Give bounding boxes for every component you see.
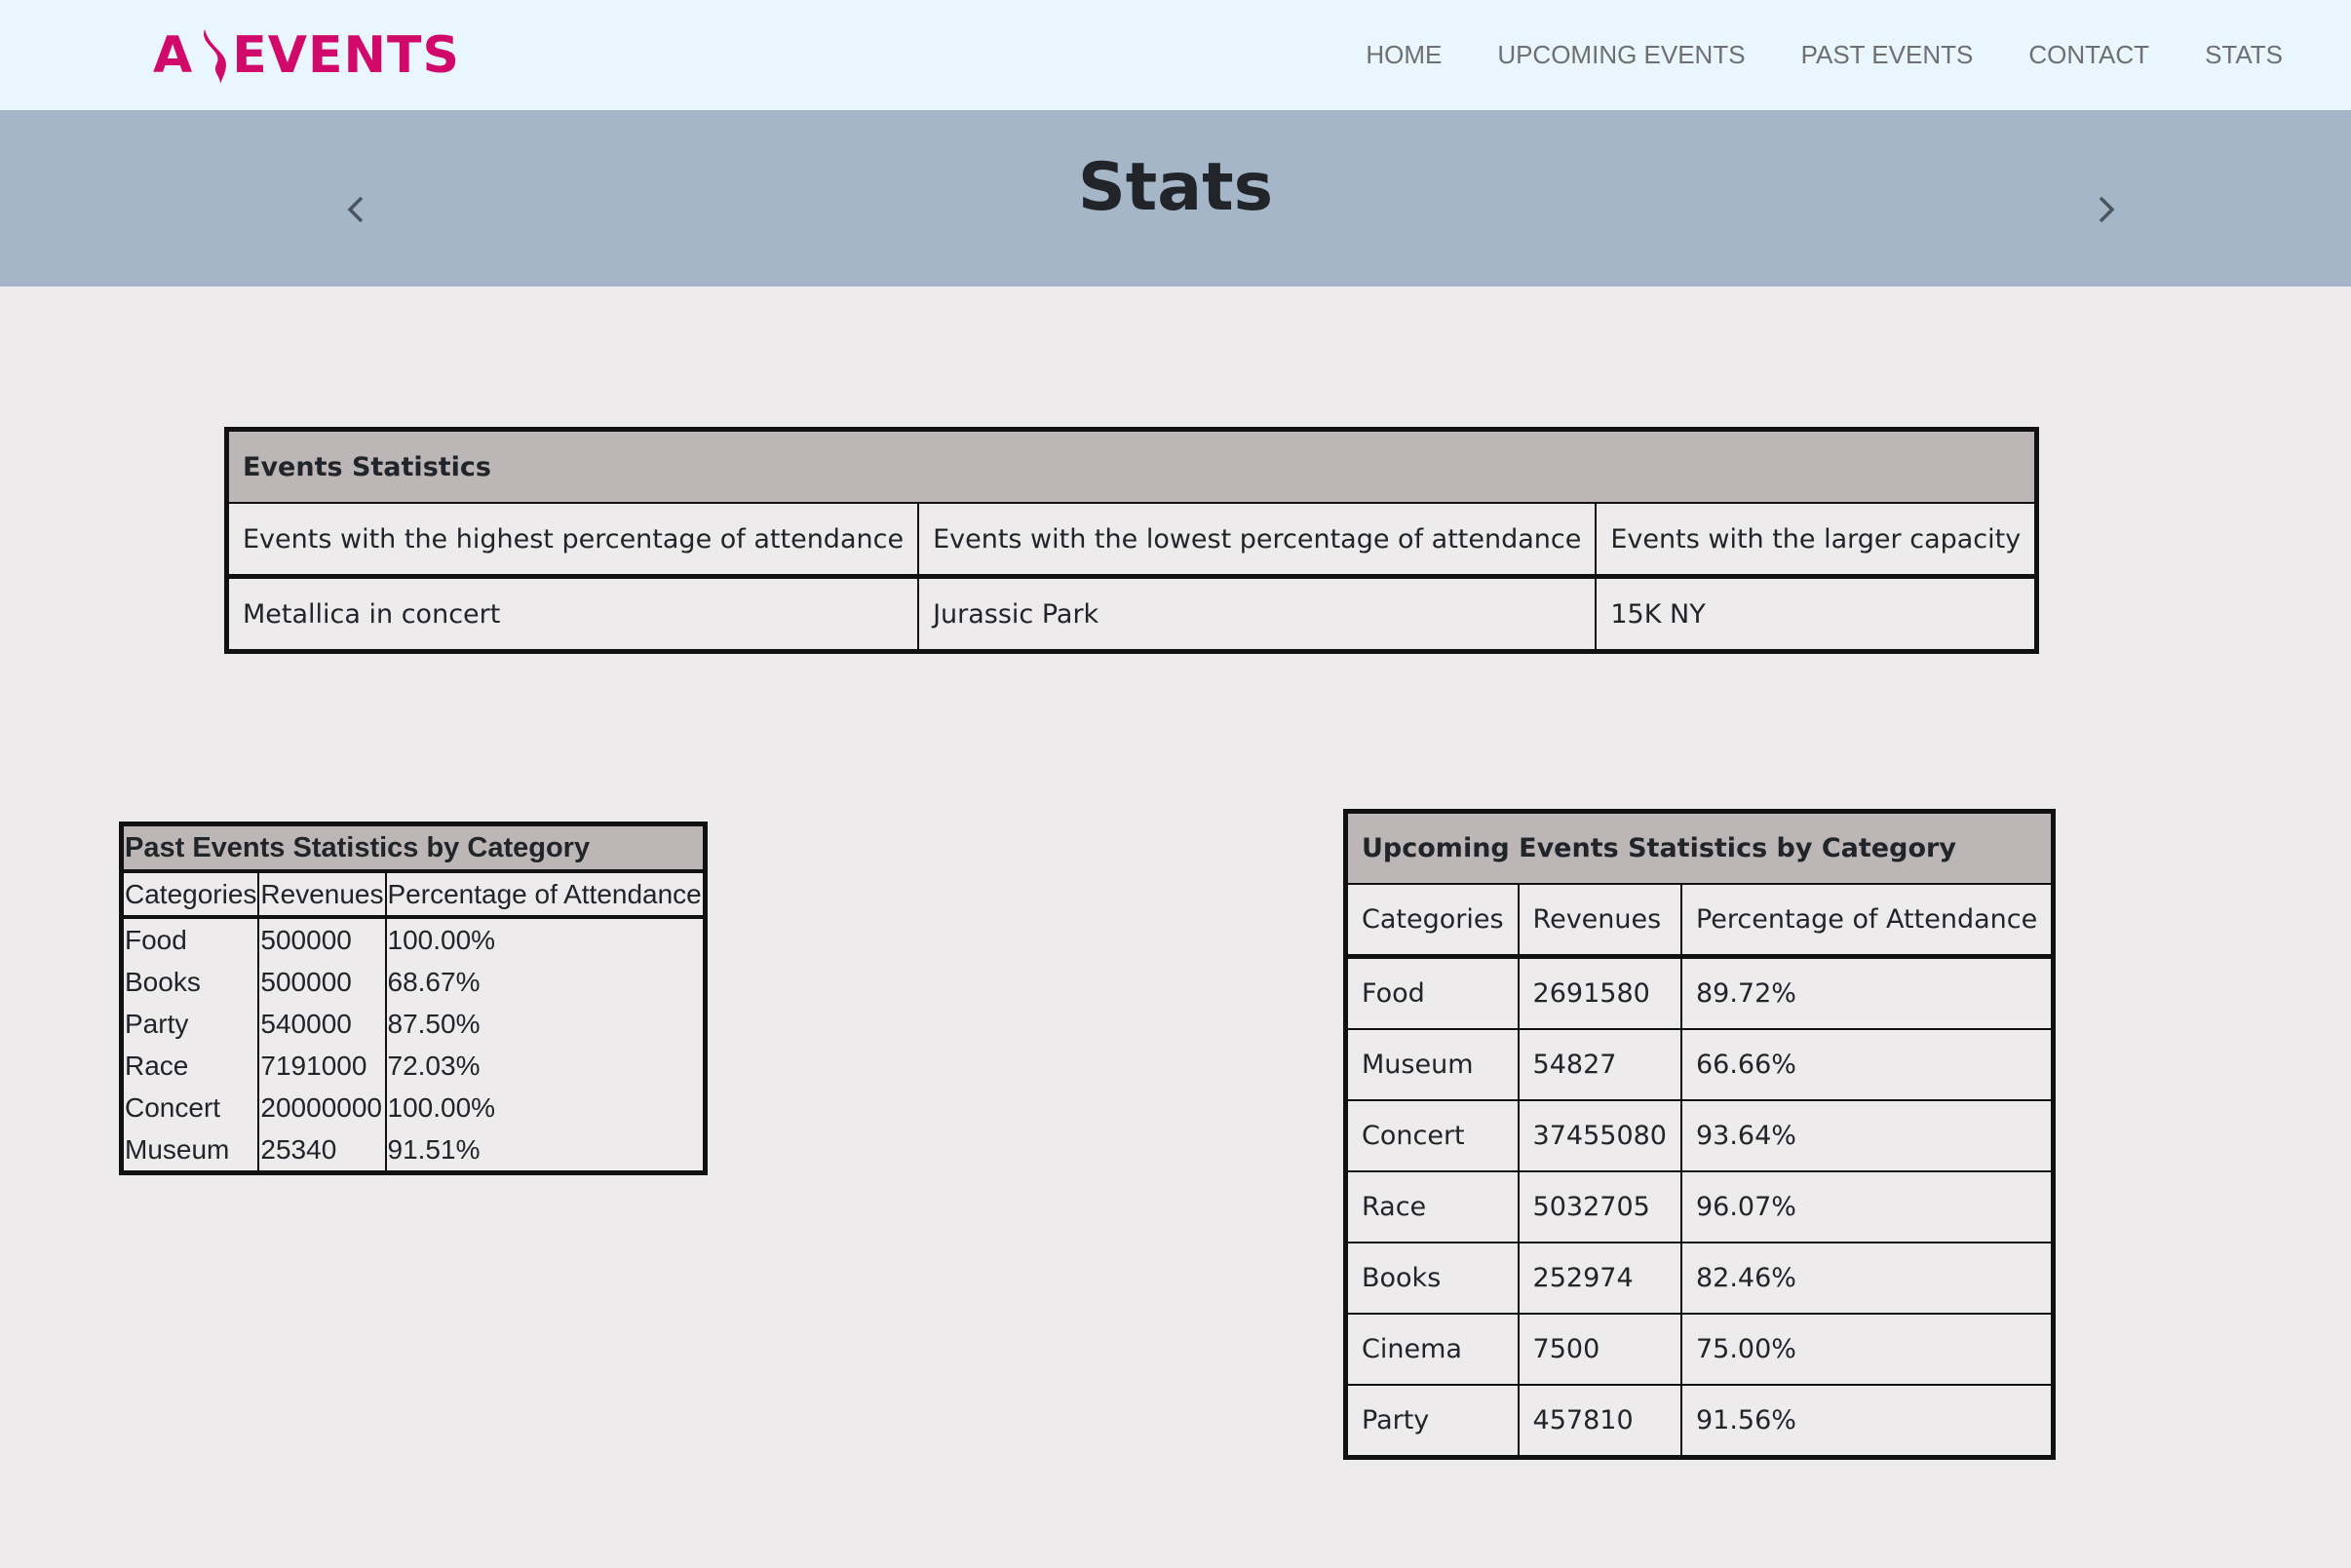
events-statistics-title: Events Statistics <box>225 428 2038 504</box>
revenue-cell: 20000000 <box>258 1087 387 1128</box>
logo-text-right: EVENTS <box>232 26 460 85</box>
attendance-cell: 91.51% <box>385 1128 707 1173</box>
upcoming-events-statistics-table: Upcoming Events Statistics by Category C… <box>1343 809 2057 1460</box>
header-larger-capacity: Events with the larger capacity <box>1595 502 2038 579</box>
nav-links: HOME UPCOMING EVENTS PAST EVENTS CONTACT… <box>1310 0 2283 110</box>
logo-text-left: A <box>153 26 194 85</box>
past-events-statistics-table: Past Events Statistics by Category Categ… <box>119 822 708 1175</box>
revenue-cell: 457810 <box>1517 1384 1682 1459</box>
table-row: Concert 37455080 93.64% <box>1344 1099 2055 1172</box>
navbar: A EVENTS HOME UPCOMING EVENTS PAST EVENT… <box>0 0 2351 110</box>
table-row: Party 540000 87.50% <box>121 1003 707 1045</box>
chevron-right-icon[interactable] <box>2088 180 2127 239</box>
category-cell: Books <box>121 961 260 1003</box>
table-row: Food 500000 100.00% <box>121 917 707 961</box>
page-title: Stats <box>1077 149 1274 226</box>
nav-link-stats[interactable]: STATS <box>2205 40 2283 70</box>
column-header-revenues: Revenues <box>258 871 387 919</box>
value-highest-attendance: Metallica in concert <box>225 575 920 653</box>
nav-link-contact[interactable]: CONTACT <box>2028 40 2149 70</box>
value-lowest-attendance: Jurassic Park <box>917 575 1598 653</box>
attendance-cell: 91.56% <box>1679 1384 2055 1459</box>
revenue-cell: 7500 <box>1517 1313 1682 1386</box>
revenue-cell: 500000 <box>258 961 387 1003</box>
table-row: Food 2691580 89.72% <box>1344 955 2055 1030</box>
column-header-revenues: Revenues <box>1517 883 1682 959</box>
category-cell: Museum <box>121 1128 260 1173</box>
value-larger-capacity: 15K NY <box>1595 575 2038 653</box>
revenue-cell: 25340 <box>258 1128 387 1173</box>
column-header-categories: Categories <box>121 871 260 919</box>
revenue-cell: 252974 <box>1517 1242 1682 1315</box>
category-cell: Party <box>121 1003 260 1045</box>
category-cell: Books <box>1344 1242 1520 1315</box>
table-row: Cinema 7500 75.00% <box>1344 1313 2055 1386</box>
attendance-cell: 72.03% <box>385 1045 707 1087</box>
table-row: Books 252974 82.46% <box>1344 1242 2055 1315</box>
column-header-categories: Categories <box>1344 883 1520 959</box>
attendance-cell: 89.72% <box>1679 955 2055 1030</box>
category-cell: Race <box>1344 1170 1520 1243</box>
header-highest-attendance: Events with the highest percentage of at… <box>225 502 920 579</box>
table-row: Concert 20000000 100.00% <box>121 1087 707 1128</box>
events-statistics-table: Events Statistics Events with the highes… <box>224 427 2040 654</box>
attendance-cell: 82.46% <box>1679 1242 2055 1315</box>
revenue-cell: 540000 <box>258 1003 387 1045</box>
attendance-cell: 100.00% <box>385 1087 707 1128</box>
revenue-cell: 37455080 <box>1517 1099 1682 1172</box>
attendance-cell: 66.66% <box>1679 1028 2055 1101</box>
upcoming-events-title: Upcoming Events Statistics by Category <box>1344 810 2055 885</box>
table-row: Race 5032705 96.07% <box>1344 1170 2055 1243</box>
past-events-title: Past Events Statistics by Category <box>121 823 706 873</box>
category-cell: Party <box>1344 1384 1520 1459</box>
attendance-cell: 100.00% <box>385 917 707 961</box>
table-row: Books 500000 68.67% <box>121 961 707 1003</box>
category-cell: Cinema <box>1344 1313 1520 1386</box>
table-row: Museum 25340 91.51% <box>121 1128 707 1173</box>
attendance-cell: 68.67% <box>385 961 707 1003</box>
attendance-cell: 96.07% <box>1679 1170 2055 1243</box>
logo-flame-icon <box>195 21 230 90</box>
attendance-cell: 87.50% <box>385 1003 707 1045</box>
attendance-cell: 93.64% <box>1679 1099 2055 1172</box>
category-cell: Food <box>1344 955 1520 1030</box>
column-header-attendance: Percentage of Attendance <box>385 871 707 919</box>
attendance-cell: 75.00% <box>1679 1313 2055 1386</box>
table-row: Race 7191000 72.03% <box>121 1045 707 1087</box>
table-row: Museum 54827 66.66% <box>1344 1028 2055 1101</box>
revenue-cell: 500000 <box>258 917 387 961</box>
revenue-cell: 54827 <box>1517 1028 1682 1101</box>
category-cell: Museum <box>1344 1028 1520 1101</box>
revenue-cell: 7191000 <box>258 1045 387 1087</box>
revenue-cell: 5032705 <box>1517 1170 1682 1243</box>
site-logo[interactable]: A EVENTS <box>153 21 460 90</box>
category-cell: Food <box>121 917 260 961</box>
nav-link-past-events[interactable]: PAST EVENTS <box>1801 40 1974 70</box>
column-header-attendance: Percentage of Attendance <box>1679 883 2055 959</box>
category-cell: Race <box>121 1045 260 1087</box>
category-cell: Concert <box>1344 1099 1520 1172</box>
category-cell: Concert <box>121 1087 260 1128</box>
nav-link-home[interactable]: HOME <box>1366 40 1442 70</box>
page-banner: Stats <box>0 110 2351 287</box>
nav-link-upcoming-events[interactable]: UPCOMING EVENTS <box>1497 40 1745 70</box>
revenue-cell: 2691580 <box>1517 955 1682 1030</box>
header-lowest-attendance: Events with the lowest percentage of att… <box>917 502 1598 579</box>
table-row: Party 457810 91.56% <box>1344 1384 2055 1459</box>
